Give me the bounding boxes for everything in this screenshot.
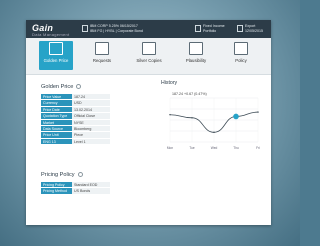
data-point bbox=[191, 117, 193, 119]
golden-price-title: Golden Price bbox=[41, 84, 82, 90]
asset-class: Fixed Income bbox=[203, 24, 225, 28]
briefcase-icon bbox=[195, 25, 201, 32]
portfolio-label: Portfolio bbox=[203, 29, 217, 33]
top-bar: Gain Data Management IBM CORP 5.25% 06/1… bbox=[26, 20, 271, 38]
policy-icon bbox=[234, 42, 248, 55]
requests-icon bbox=[95, 42, 109, 55]
tab-requests[interactable]: Requests bbox=[85, 41, 119, 70]
app-window: Gain Data Management IBM CORP 5.25% 06/1… bbox=[26, 20, 271, 225]
pricing-policy-table: Pricing Policy Standard EOD Pricing Metho… bbox=[41, 182, 110, 195]
export-icon[interactable] bbox=[237, 25, 243, 32]
pricing-policy-title: Pricing Policy bbox=[41, 172, 83, 178]
history-chart: Mon Tue Wed Thu Fri bbox=[167, 97, 260, 150]
app-logo: Gain Data Management bbox=[32, 23, 70, 37]
x-tick-label: Fri bbox=[256, 146, 260, 150]
highlight-marker bbox=[233, 113, 239, 120]
x-tick-label: Tue bbox=[189, 146, 195, 150]
data-point bbox=[213, 131, 215, 134]
help-icon[interactable] bbox=[76, 84, 82, 90]
help-icon[interactable] bbox=[77, 172, 83, 178]
instrument-icon bbox=[82, 25, 88, 32]
history-title: History bbox=[161, 80, 178, 86]
tab-golden-price[interactable]: Golden Price bbox=[39, 41, 73, 70]
export-label[interactable]: Export bbox=[245, 24, 255, 29]
golden-price-icon bbox=[49, 42, 63, 55]
tab-policy[interactable]: Policy bbox=[224, 41, 258, 70]
tab-plausibility[interactable]: Plausibility bbox=[179, 41, 213, 70]
golden-price-table: Price Value 187.24 Currency USD Price Date… bbox=[41, 94, 110, 146]
plausibility-icon bbox=[189, 42, 203, 55]
table-row: Pricing Method US Bonds bbox=[41, 188, 110, 195]
instrument-details: IBM FG | HYBL | Corporate Bond bbox=[90, 29, 143, 33]
data-point bbox=[257, 111, 259, 113]
x-tick-label: Mon bbox=[167, 146, 173, 150]
instrument-name: IBM CORP 5.25% 06/15/2017 bbox=[90, 24, 138, 28]
x-tick-label: Thu bbox=[233, 146, 239, 150]
x-tick-label: Wed bbox=[211, 146, 218, 150]
tab-silver-copies[interactable]: Silver Copies bbox=[132, 41, 166, 70]
silver-copies-icon bbox=[142, 42, 156, 55]
export-date: 12/05/2015 bbox=[245, 29, 263, 33]
data-point bbox=[169, 114, 171, 116]
toolbar: Golden Price Requests Silver Copies Plau… bbox=[26, 38, 271, 75]
table-row: ENG 13 Level 1 bbox=[41, 138, 110, 146]
